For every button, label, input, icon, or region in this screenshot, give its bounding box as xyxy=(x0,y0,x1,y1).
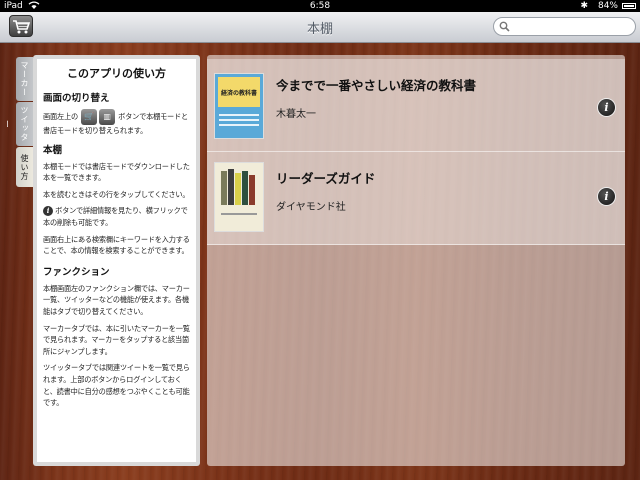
book-row[interactable]: 経済の教科書 今までで一番やさしい経済の教科書 木暮太一 i xyxy=(207,59,625,152)
book-title: リーダーズガイド xyxy=(276,171,376,186)
book-author: 木暮太一 xyxy=(276,109,316,120)
book-list: 経済の教科書 今までで一番やさしい経済の教科書 木暮太一 i リーダーズガイド … xyxy=(207,55,625,466)
help-paragraph: 本棚モードでは書店モードでダウンロードした本を一覧できます。 xyxy=(43,161,190,183)
magnifier-icon xyxy=(499,21,510,32)
status-time: 6:58 xyxy=(309,1,331,11)
tab-marker[interactable]: マーカー xyxy=(16,57,33,101)
tab-howto[interactable]: 使い方 xyxy=(16,147,33,187)
bluetooth-icon: ✱ xyxy=(580,1,588,11)
book-row[interactable]: リーダーズガイド ダイヤモンド社 i xyxy=(207,152,625,245)
cart-button-icon: 🛒 xyxy=(81,109,98,125)
info-button[interactable]: i xyxy=(598,99,615,116)
help-paragraph: 本を読むときはその行をタップしてください。 xyxy=(43,189,190,199)
tab-twitter[interactable]: ツイッター xyxy=(3,102,33,146)
bookshelf-button-icon: ▥ xyxy=(99,109,116,125)
section-heading-bookshelf: 本棚 xyxy=(43,144,63,156)
help-paragraph: 画面右上にある検索欄にキーワードを入力することで、本の情報を検索することができま… xyxy=(43,234,190,256)
info-icon: i xyxy=(43,206,53,217)
help-paragraph: i ボタンで詳細情報を見たり、横フリックで本の削除も可能です。 xyxy=(43,205,190,228)
help-paragraph: 本棚画面左のファンクション欄では、マーカー一覧、ツイッターなどの機能が使えます。… xyxy=(43,283,190,316)
help-content[interactable]: このアプリの使い方 画面の切り替え 画面左上の 🛒 ▥ ボタンで本棚モードと書店モ… xyxy=(37,59,196,462)
help-text: 画面左上の xyxy=(43,112,78,121)
section-heading-switch: 画面の切り替え xyxy=(43,93,110,104)
book-title: 今までで一番やさしい経済の教科書 xyxy=(276,78,477,93)
section-heading-function: ファンクション xyxy=(43,266,110,278)
help-paragraph: ツイッタータブでは関連ツイートを一覧で見られます。上部のボタンからログインしてお… xyxy=(43,363,190,408)
search-input[interactable] xyxy=(514,19,633,35)
book-author: ダイヤモンド社 xyxy=(276,202,346,213)
battery-icon xyxy=(622,3,636,9)
search-field[interactable] xyxy=(493,17,636,36)
book-cover: 経済の教科書 xyxy=(214,73,264,139)
help-title: このアプリの使い方 xyxy=(67,67,166,80)
help-paragraph: 画面左上の 🛒 ▥ ボタンで本棚モードと書店モードを切り替えられます。 xyxy=(43,109,190,137)
info-button[interactable]: i xyxy=(598,188,615,205)
help-panel: このアプリの使い方 画面の切り替え 画面左上の 🛒 ▥ ボタンで本棚モードと書店モ… xyxy=(33,55,200,466)
book-cover xyxy=(214,162,264,232)
cover-title: 経済の教科書 xyxy=(220,90,257,97)
navigation-bar: 本棚 xyxy=(0,12,640,43)
status-bar: iPad 6:58 ✱ 84% xyxy=(0,0,640,12)
help-text: ボタンで詳細情報を見たり、横フリックで本の削除も可能です。 xyxy=(43,206,188,227)
help-paragraph: マーカータブでは、本に引いたマーカーを一覧で見られます。マーカーをタップすると該… xyxy=(43,323,190,356)
battery-percent: 84% xyxy=(597,1,618,11)
